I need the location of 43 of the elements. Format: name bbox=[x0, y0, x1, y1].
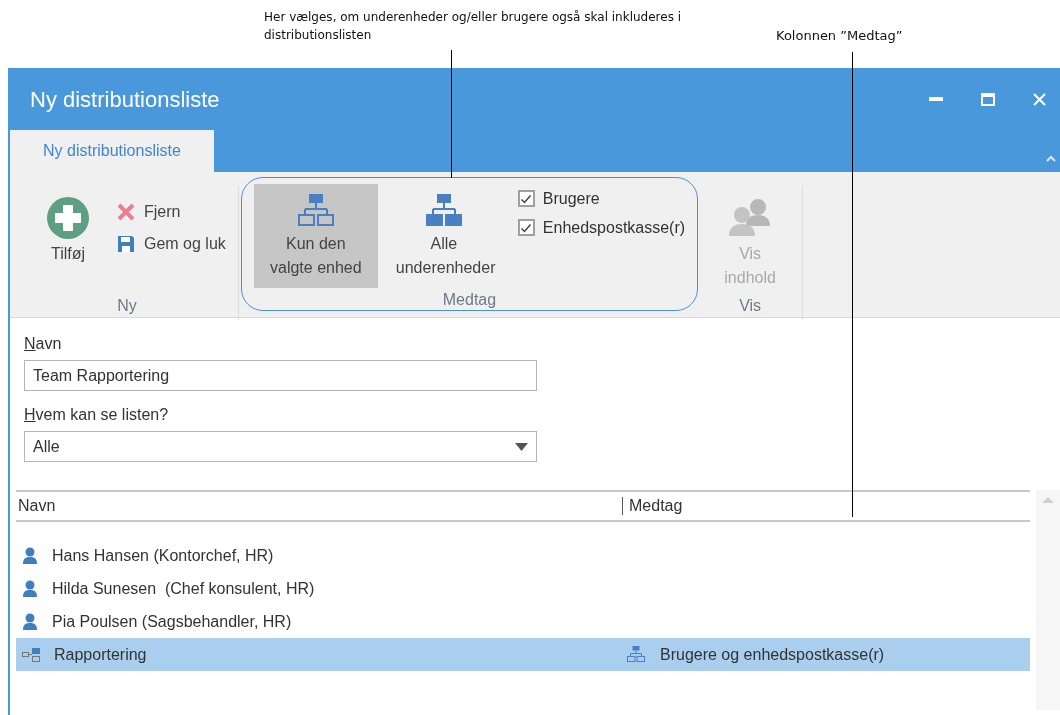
list-row[interactable]: Hilda Sunesen (Chef konsulent, HR) bbox=[16, 572, 1030, 605]
scroll-up-icon[interactable] bbox=[1042, 496, 1054, 503]
list-cell-text: Pia Poulsen (Sagsbehandler, HR) bbox=[52, 611, 292, 632]
checkbox[interactable]: Brugere bbox=[517, 184, 686, 213]
field-label: Hvem kan se listen? bbox=[24, 406, 169, 423]
checkmark-icon bbox=[520, 192, 533, 205]
group-label: Medtag bbox=[442, 290, 497, 310]
list-cell-text: Hans Hansen (Kontorchef, HR) bbox=[52, 545, 274, 566]
user-icon bbox=[22, 579, 38, 598]
unit-icon bbox=[22, 647, 40, 662]
visibility-dropdown[interactable]: Alle bbox=[24, 431, 537, 462]
annotation-text: Her vælges, om underenheder og/eller brugere også skal inkluderes i distributionslisten bbox=[264, 9, 683, 44]
checkmark-icon bbox=[520, 221, 533, 234]
list-cell-text: Brugere og enhedspostkasse(r) bbox=[660, 644, 885, 665]
user-icon bbox=[22, 546, 38, 565]
close-icon bbox=[116, 202, 136, 222]
list-row[interactable]: Pia Poulsen (Sagsbehandler, HR) bbox=[16, 605, 1030, 638]
scrollbar[interactable] bbox=[1036, 490, 1060, 710]
toggle-button[interactable]: Kun den valgte enhed bbox=[253, 184, 378, 288]
toggle-button[interactable]: Alle underenheder bbox=[381, 184, 506, 288]
annotation-text: Kolonnen ”Medtag” bbox=[776, 27, 903, 45]
group-label: Ny bbox=[117, 296, 137, 316]
ribbon-button[interactable]: Tilføj bbox=[28, 192, 108, 266]
column-header[interactable]: Medtag bbox=[622, 497, 683, 515]
close-icon[interactable] bbox=[1033, 92, 1046, 106]
collapse-ribbon-icon[interactable] bbox=[1046, 155, 1056, 162]
field-label: Navn bbox=[24, 334, 63, 354]
checkbox[interactable]: Enhedspostkasse(r) bbox=[517, 213, 686, 242]
org-chart-icon bbox=[626, 644, 646, 665]
list-cell-text: Hilda Sunesen (Chef konsulent, HR) bbox=[52, 578, 315, 599]
list-cell-text: Rapportering bbox=[54, 644, 147, 665]
ribbon-button[interactable]: Gem og luk bbox=[116, 228, 226, 260]
maximize-icon[interactable] bbox=[981, 92, 995, 106]
group-label: Vis bbox=[739, 296, 762, 316]
column-header[interactable]: Navn bbox=[16, 494, 622, 518]
dropdown-caret-icon bbox=[515, 442, 528, 451]
window-title: Ny distributionsliste bbox=[30, 85, 221, 114]
plus-circle-icon bbox=[46, 196, 90, 240]
user-icon bbox=[22, 612, 38, 631]
list-row[interactable]: Rapportering Brugere og enhedspostkasse(r) bbox=[16, 638, 1030, 671]
ribbon-button[interactable]: Fjern bbox=[116, 196, 226, 228]
name-input[interactable]: Team Rapportering bbox=[24, 360, 537, 391]
list-row[interactable]: Hans Hansen (Kontorchef, HR) bbox=[16, 539, 1030, 572]
